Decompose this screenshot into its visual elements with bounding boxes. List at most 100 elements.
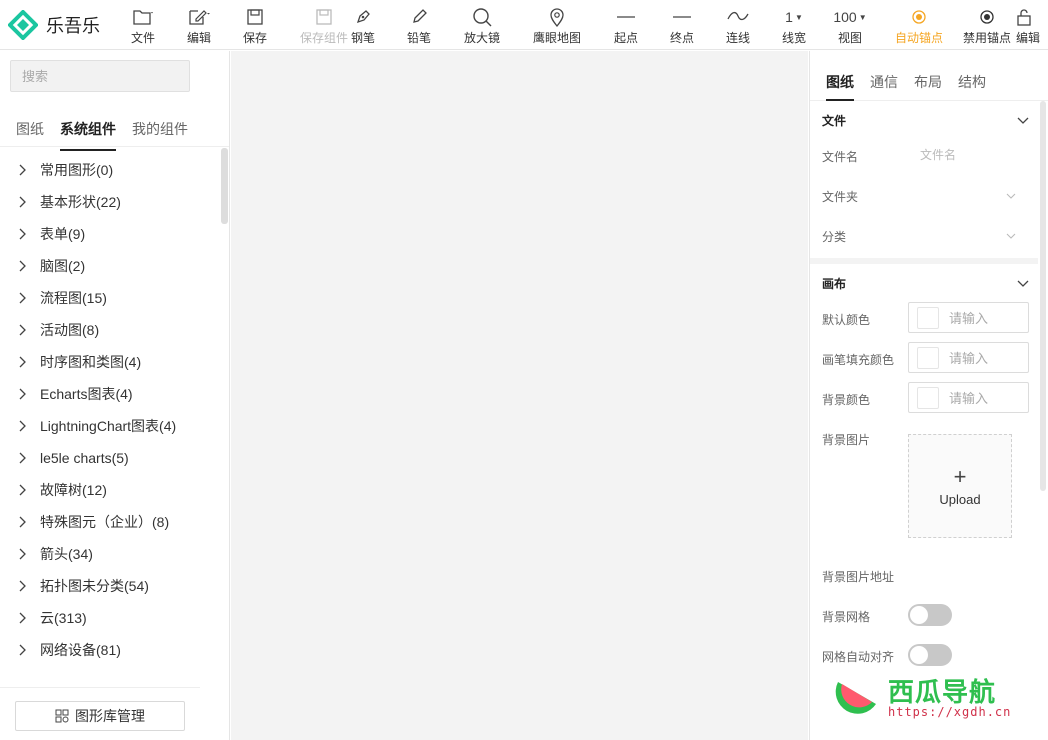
tab-communication[interactable]: 通信: [870, 72, 898, 92]
tree-item[interactable]: 基本形状(22): [0, 186, 221, 218]
bg-color-label: 背景颜色: [822, 393, 871, 407]
chevron-right-icon: [19, 420, 26, 432]
line-width-select[interactable]: 1 ▼ 线宽: [766, 6, 822, 46]
tab-my-components[interactable]: 我的组件: [132, 119, 188, 139]
tree-item[interactable]: 网络设备(81): [0, 634, 221, 666]
bg-grid-switch[interactable]: [908, 604, 952, 626]
right-tabs: 图纸 通信 布局 结构: [810, 51, 1048, 101]
anchor-icon: [912, 10, 926, 24]
chevron-right-icon: [19, 260, 26, 272]
grid-icon: [55, 709, 69, 723]
tab-layout[interactable]: 布局: [914, 72, 942, 92]
tree-item[interactable]: 流程图(15): [0, 282, 221, 314]
connect-tool[interactable]: 连线: [710, 6, 766, 46]
tree-item[interactable]: 故障树(12): [0, 474, 221, 506]
component-panel: 图纸 系统组件 我的组件 常用图形(0) 基本形状(22) 表单(9) 脑图(2…: [0, 51, 230, 740]
save-icon: [316, 9, 332, 25]
bg-grid-label: 背景网格: [822, 610, 871, 624]
chevron-right-icon: [19, 292, 26, 304]
plus-icon: +: [953, 463, 967, 489]
logo-icon: [8, 10, 38, 40]
tab-drawings[interactable]: 图纸: [16, 119, 44, 139]
minimap-tool[interactable]: 鹰眼地图: [529, 6, 585, 46]
component-tree: 常用图形(0) 基本形状(22) 表单(9) 脑图(2) 流程图(15) 活动图…: [0, 154, 221, 684]
chevron-right-icon: [19, 452, 26, 464]
tree-item[interactable]: 云(313): [0, 602, 221, 634]
pen-tool[interactable]: 钢笔: [335, 6, 391, 46]
drawing-canvas[interactable]: [231, 51, 808, 740]
chevron-right-icon: [19, 388, 26, 400]
properties-scrollbar[interactable]: [1040, 101, 1046, 491]
disable-anchor-toggle[interactable]: 禁用锚点: [959, 6, 1015, 46]
properties-panel: 图纸 通信 布局 结构 文件 文件名 文件夹 分类 画布 默认颜色 请输入 画笔…: [809, 51, 1048, 740]
file-menu[interactable]: 文件: [115, 6, 171, 46]
tab-drawing[interactable]: 图纸: [826, 72, 854, 101]
pen-fill-color-label: 画笔填充颜色: [822, 353, 895, 367]
chevron-right-icon: [19, 548, 26, 560]
app-logo[interactable]: 乐吾乐: [8, 10, 100, 40]
tree-scrollbar[interactable]: [221, 148, 228, 224]
tree-item[interactable]: 常用图形(0): [0, 154, 221, 186]
tree-item[interactable]: le5le charts(5): [0, 442, 221, 474]
bg-image-upload[interactable]: + Upload: [908, 434, 1012, 538]
color-swatch: [917, 346, 939, 369]
pencil-tool[interactable]: 铅笔: [391, 6, 447, 46]
chevron-down-icon: [1017, 280, 1029, 287]
tree-item[interactable]: 表单(9): [0, 218, 221, 250]
magnifier-icon: [473, 8, 492, 27]
color-swatch: [917, 306, 939, 329]
bg-image-url-label: 背景图片地址: [822, 570, 895, 584]
grid-snap-switch[interactable]: [908, 644, 952, 666]
search-input[interactable]: [10, 60, 190, 92]
tree-item[interactable]: 箭头(34): [0, 538, 221, 570]
chevron-right-icon: [19, 324, 26, 336]
edit-lock-button[interactable]: 编辑: [1016, 6, 1048, 46]
library-manage-button[interactable]: 图形库管理: [15, 701, 185, 731]
chevron-right-icon: [19, 612, 26, 624]
category-label: 分类: [822, 230, 847, 244]
default-color-picker[interactable]: 请输入: [908, 302, 1029, 333]
bg-color-picker[interactable]: 请输入: [908, 382, 1029, 413]
chevron-right-icon: [19, 644, 26, 656]
grid-snap-label: 网格自动对齐: [822, 650, 895, 664]
canvas-section-header[interactable]: 画布: [822, 273, 1030, 293]
bg-image-label: 背景图片: [822, 433, 871, 447]
toolbar: 乐吾乐 文件 编辑 保存 保存组件 钢笔 铅笔 放大镜 鹰眼地图 起点 终点 连…: [0, 0, 1048, 50]
edit-menu[interactable]: 编辑: [171, 6, 227, 46]
tree-item[interactable]: Echarts图表(4): [0, 378, 221, 410]
pen-fill-color-picker[interactable]: 请输入: [908, 342, 1029, 373]
default-color-label: 默认颜色: [822, 313, 871, 327]
tree-item[interactable]: 特殊图元（企业）(8): [0, 506, 221, 538]
view-zoom-select[interactable]: 100 ▼ 视图: [822, 6, 878, 46]
tab-system-components[interactable]: 系统组件: [60, 119, 116, 151]
tree-item[interactable]: LightningChart图表(4): [0, 410, 221, 442]
curve-icon: [727, 11, 749, 21]
pencil-icon: [413, 9, 427, 23]
chevron-right-icon: [19, 516, 26, 528]
chevron-right-icon: [19, 580, 26, 592]
tree-item[interactable]: 拓扑图未分类(54): [0, 570, 221, 602]
tree-item[interactable]: 脑图(2): [0, 250, 221, 282]
filename-label: 文件名: [822, 150, 859, 164]
filename-input[interactable]: [918, 141, 1028, 169]
chevron-right-icon: [19, 356, 26, 368]
chevron-right-icon: [19, 228, 26, 240]
line-end-icon: [673, 16, 691, 18]
line-end-tool[interactable]: 终点: [654, 6, 710, 46]
line-start-tool[interactable]: 起点: [598, 6, 654, 46]
edit-icon: [189, 10, 210, 25]
category-select-chevron-icon[interactable]: [1005, 230, 1017, 242]
tab-structure[interactable]: 结构: [958, 72, 986, 92]
tree-item[interactable]: 时序图和类图(4): [0, 346, 221, 378]
auto-anchor-toggle[interactable]: 自动锚点: [891, 6, 947, 46]
tree-item[interactable]: 活动图(8): [0, 314, 221, 346]
line-start-icon: [617, 16, 635, 18]
save-button[interactable]: 保存: [227, 6, 283, 46]
magnifier-tool[interactable]: 放大镜: [454, 6, 510, 46]
chevron-right-icon: [19, 196, 26, 208]
chevron-right-icon: [19, 164, 26, 176]
folder-select-chevron-icon[interactable]: [1005, 190, 1017, 202]
caret-down-icon: ▼: [858, 12, 867, 22]
file-section-header[interactable]: 文件: [822, 110, 1030, 130]
caret-down-icon: ▼: [794, 12, 803, 22]
